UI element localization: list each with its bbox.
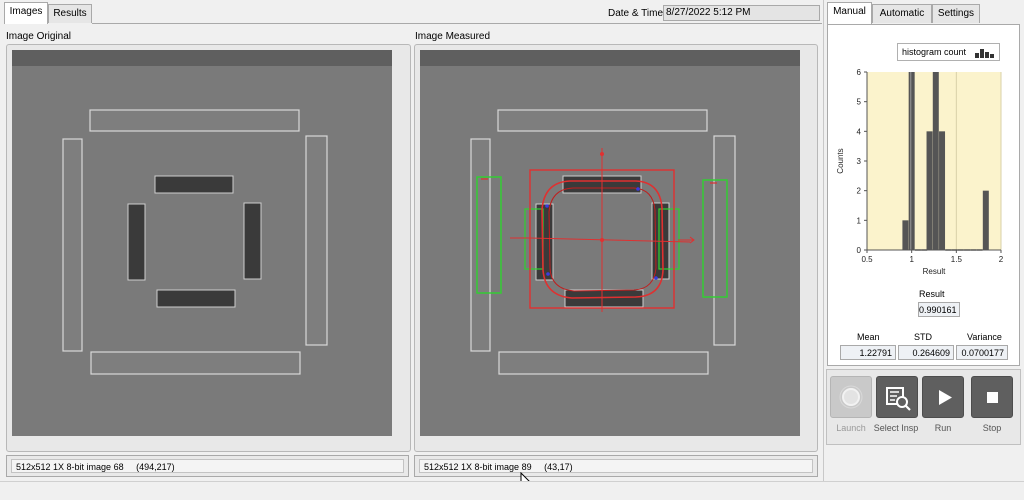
tab-automatic[interactable]: Automatic bbox=[872, 4, 932, 23]
image-measured-view[interactable] bbox=[420, 50, 800, 436]
tab-results[interactable]: Results bbox=[48, 4, 92, 23]
image-measured-title: Image Measured bbox=[415, 31, 491, 42]
histogram-bar bbox=[939, 131, 946, 250]
image-measured-status-box: 512x512 1X 8-bit image 89 (43,17) bbox=[419, 459, 813, 473]
fiducial-right-bar bbox=[305, 135, 328, 346]
fit-vertex-br bbox=[654, 276, 658, 280]
fiducial-top-bar bbox=[89, 109, 300, 132]
datetime-label: Date & Time: bbox=[608, 8, 666, 19]
tab-images-label: Images bbox=[9, 6, 43, 17]
image-top-band bbox=[12, 50, 392, 66]
image-measured-canvas bbox=[420, 50, 800, 436]
stop-button[interactable] bbox=[971, 376, 1013, 418]
variance-value: 0.0700177 bbox=[956, 345, 1008, 360]
image-top-band bbox=[420, 50, 800, 66]
histogram-chart: 0 1 2 3 4 5 6 0.5 1 1.5 2 Result Counts bbox=[836, 68, 1004, 276]
std-value-text: 0.264609 bbox=[912, 348, 950, 358]
fiducial-right-bar bbox=[713, 135, 736, 346]
histogram-x-axis-label: Result bbox=[923, 267, 946, 276]
tab-results-label: Results bbox=[53, 8, 87, 19]
fiducial-top-bar bbox=[497, 109, 708, 132]
histogram-y-tick-label: 2 bbox=[857, 187, 862, 196]
mean-value: 1.22791 bbox=[840, 345, 896, 360]
histogram-y-axis-label: Counts bbox=[836, 148, 845, 173]
histogram-x-tick-label: 1 bbox=[909, 255, 914, 264]
launch-button[interactable] bbox=[830, 376, 872, 418]
image-measured-statusbar: 512x512 1X 8-bit image 89 (43,17) bbox=[414, 455, 818, 477]
stop-icon bbox=[987, 392, 998, 403]
fiducial-left-bar bbox=[62, 138, 83, 352]
image-measured-coords: (43,17) bbox=[544, 462, 573, 472]
histogram-x-tick-label: 1.5 bbox=[951, 255, 963, 264]
fit-vertex-tl bbox=[545, 204, 549, 208]
histogram-y-tick-label: 3 bbox=[857, 157, 862, 166]
fit-vertex-bl bbox=[546, 272, 550, 276]
tab-manual-label: Manual bbox=[833, 6, 866, 17]
tab-strip-border bbox=[92, 23, 822, 24]
histogram-x-tick-label: 2 bbox=[999, 255, 1004, 264]
tab-settings[interactable]: Settings bbox=[932, 4, 980, 23]
fiducial-bottom-bar bbox=[90, 351, 301, 375]
result-value-text: 0.990161 bbox=[919, 305, 957, 315]
histogram-bar bbox=[902, 220, 909, 250]
histogram-x-tick-label: 0.5 bbox=[861, 255, 873, 264]
tab-automatic-label: Automatic bbox=[879, 8, 925, 19]
image-measured-status-text: 512x512 1X 8-bit image 89 bbox=[424, 462, 532, 472]
launch-icon bbox=[839, 385, 863, 409]
fit-center-point bbox=[600, 238, 604, 242]
inner-right-bar bbox=[243, 202, 262, 280]
run-button[interactable] bbox=[922, 376, 964, 418]
image-original-status-box: 512x512 1X 8-bit image 68 (494,217) bbox=[11, 459, 404, 473]
inner-bottom-bar bbox=[156, 289, 236, 308]
histogram-legend-icon bbox=[975, 49, 994, 58]
select-insp-button[interactable] bbox=[876, 376, 918, 418]
fit-vertex-tr bbox=[636, 187, 640, 191]
tab-settings-label: Settings bbox=[937, 8, 975, 19]
image-original-title: Image Original bbox=[6, 31, 72, 42]
std-value: 0.264609 bbox=[898, 345, 954, 360]
bottom-status-strip bbox=[0, 481, 1024, 500]
stop-button-label: Stop bbox=[982, 423, 1002, 433]
mean-label: Mean bbox=[857, 332, 880, 342]
tab-images[interactable]: Images bbox=[4, 2, 48, 24]
histogram-legend: histogram count bbox=[897, 43, 1000, 61]
image-original-view[interactable] bbox=[12, 50, 392, 436]
std-label: STD bbox=[914, 332, 932, 342]
inner-left-bar bbox=[127, 203, 146, 281]
image-original-status-text: 512x512 1X 8-bit image 68 bbox=[16, 462, 124, 472]
histogram-bar bbox=[926, 131, 933, 250]
variance-label: Variance bbox=[967, 332, 1002, 342]
histogram-bar bbox=[932, 72, 939, 250]
select-insp-icon bbox=[886, 387, 911, 411]
histogram-legend-label: histogram count bbox=[902, 47, 967, 57]
fit-vertex-top bbox=[600, 152, 604, 156]
inner-top-bar bbox=[154, 175, 234, 194]
histogram-y-tick-label: 5 bbox=[857, 98, 862, 107]
fiducial-bottom-bar bbox=[498, 351, 709, 375]
result-value: 0.990161 bbox=[918, 302, 960, 317]
histogram-y-tick-label: 0 bbox=[857, 246, 862, 255]
result-label: Result bbox=[919, 289, 945, 299]
mean-value-text: 1.22791 bbox=[859, 348, 892, 358]
histogram-y-tick-label: 6 bbox=[857, 68, 862, 77]
fiducial-left-bar bbox=[470, 138, 491, 352]
datetime-text: 8/27/2022 5:12 PM bbox=[666, 7, 751, 18]
image-original-statusbar: 512x512 1X 8-bit image 68 (494,217) bbox=[6, 455, 409, 477]
datetime-value: 8/27/2022 5:12 PM bbox=[663, 5, 820, 21]
variance-value-text: 0.0700177 bbox=[961, 348, 1004, 358]
histogram-bar bbox=[908, 72, 915, 250]
image-original-coords: (494,217) bbox=[136, 462, 175, 472]
histogram-y-tick-label: 1 bbox=[857, 216, 862, 225]
play-icon bbox=[939, 390, 952, 405]
histogram-bar bbox=[982, 190, 989, 250]
histogram-y-tick-label: 4 bbox=[857, 127, 862, 136]
tab-manual[interactable]: Manual bbox=[827, 2, 872, 24]
image-original-canvas bbox=[12, 50, 392, 436]
